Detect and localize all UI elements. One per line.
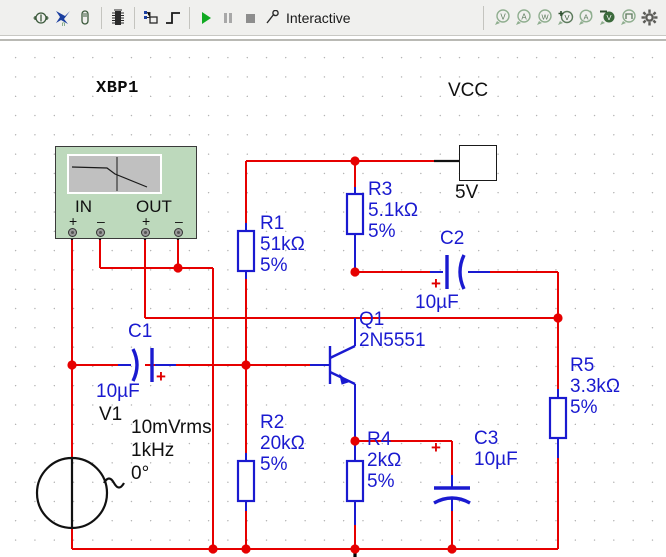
- r1-value-label: 51kΩ: [260, 234, 305, 255]
- digital-signal-icon[interactable]: [162, 6, 184, 30]
- r1-tolerance-label: 5%: [260, 255, 288, 276]
- c2-polarity-label: +: [431, 274, 441, 293]
- c1-ref-label: C1: [128, 321, 153, 342]
- xbp1-in-plus-sign: +: [69, 213, 78, 229]
- q1-value-label: 2N5551: [359, 330, 426, 351]
- ammeter-probe-icon[interactable]: A: [513, 6, 534, 30]
- xbp1-in-minus-sign: –: [97, 213, 105, 229]
- junction-base: [241, 360, 251, 370]
- place-probe-icon[interactable]: [74, 6, 96, 30]
- junction-collector: [350, 267, 360, 277]
- c2-ref-label: C2: [440, 228, 465, 249]
- run-simulation-button[interactable]: [195, 6, 217, 30]
- ac-current-probe-icon[interactable]: A: [576, 6, 597, 30]
- schematic-drawing: [35, 156, 568, 557]
- junction-bottom-xbp: [208, 544, 218, 554]
- svg-text:W: W: [541, 13, 549, 22]
- xbp1-pin-in-plus[interactable]: [68, 228, 77, 237]
- probe-settings-gear-icon[interactable]: [639, 6, 660, 30]
- junction-v1-c1: [67, 360, 77, 370]
- r1-ref-label: R1: [260, 213, 285, 234]
- r5-value-label: 3.3kΩ: [570, 376, 621, 397]
- r4-value-label: 2kΩ: [367, 450, 402, 471]
- resistor-r3-body: [345, 192, 365, 236]
- voltmeter-probe-icon[interactable]: V: [492, 6, 513, 30]
- toolbar-run-group: Interactive: [195, 5, 351, 31]
- wattmeter-probe-icon[interactable]: W: [534, 6, 555, 30]
- svg-text:V: V: [500, 13, 506, 22]
- svg-text:A: A: [521, 13, 527, 22]
- bode-plotter-screen: [67, 154, 162, 194]
- c1-value-label: 10µF: [96, 381, 140, 402]
- resistor-r1-body: [236, 229, 256, 273]
- junction-bottom-c3: [447, 544, 457, 554]
- nimultisim-schematic-window: n Interactive V A W V A V IN OUT + – + –…: [0, 0, 666, 557]
- junction-vcc: [350, 156, 360, 166]
- xbp1-pin-out-plus[interactable]: [141, 228, 150, 237]
- resistor-r2-body: [236, 459, 256, 503]
- r3-tolerance-label: 5%: [368, 221, 396, 242]
- simulation-toolbar: n Interactive V A W V A V: [0, 0, 666, 36]
- xbp1-pin-in-minus[interactable]: [96, 228, 105, 237]
- place-component-icon[interactable]: [30, 6, 52, 30]
- xbp1-ref-label: XBP1: [96, 79, 139, 98]
- r5-ref-label: R5: [570, 355, 595, 376]
- junction-bottom-r2: [241, 544, 251, 554]
- v1-phase-label: 0°: [131, 463, 150, 484]
- digital-probe-icon[interactable]: [618, 6, 639, 30]
- c1-polarity-label: +: [156, 367, 166, 386]
- referenced-voltage-probe-icon[interactable]: V: [597, 6, 618, 30]
- r4-tolerance-label: 5%: [367, 471, 395, 492]
- v1-ref-label: V1: [99, 404, 123, 425]
- bode-curve-graphic: [71, 157, 148, 191]
- r2-tolerance-label: 5%: [260, 454, 288, 475]
- svg-text:V: V: [606, 13, 611, 22]
- svg-text:V: V: [564, 13, 569, 22]
- junction-bottom-ground: [350, 544, 360, 554]
- resistor-r5-body: [548, 396, 568, 440]
- pause-simulation-button[interactable]: [217, 6, 239, 30]
- capacitor-c2-symbol: [445, 254, 466, 290]
- xbp1-pin-out-minus[interactable]: [174, 228, 183, 237]
- svg-text:A: A: [583, 12, 588, 21]
- r3-ref-label: R3: [368, 179, 393, 200]
- r2-value-label: 20kΩ: [260, 433, 305, 454]
- hierarchical-block-icon[interactable]: [140, 6, 162, 30]
- c3-ref-label: C3: [474, 428, 499, 449]
- c2-value-label: 10µF: [415, 292, 459, 313]
- toolbar-separator: [189, 6, 190, 29]
- xbp1-out-plus-sign: +: [142, 213, 151, 229]
- place-junction-icon[interactable]: n: [52, 6, 74, 30]
- simulation-mode-label: Interactive: [286, 9, 351, 26]
- c3-value-label: 10µF: [474, 449, 518, 470]
- schematic-canvas[interactable]: IN OUT + – + – XBP1 VCC 5V R1 51kΩ 5% R3…: [0, 41, 666, 557]
- junction-r5-top: [553, 313, 563, 323]
- place-ic-icon[interactable]: [107, 6, 129, 30]
- vcc-source-symbol[interactable]: [459, 145, 497, 181]
- xbp1-in-label: IN: [75, 197, 92, 216]
- xbp1-out-minus-sign: –: [175, 213, 183, 229]
- vcc-value-label: 5V: [455, 182, 479, 203]
- c3-polarity-label: +: [431, 438, 441, 457]
- toolbar-place-group: n: [30, 5, 195, 31]
- toolbar-probes-group: V A W V A V: [483, 5, 666, 30]
- r4-ref-label: R4: [367, 429, 392, 450]
- bode-plotter-xbp1[interactable]: IN OUT + – + –: [55, 146, 197, 239]
- vcc-ref-label: VCC: [448, 80, 489, 101]
- r2-ref-label: R2: [260, 412, 285, 433]
- svg-text:n: n: [62, 22, 65, 27]
- r5-tolerance-label: 5%: [570, 397, 598, 418]
- stop-simulation-button[interactable]: [239, 6, 261, 30]
- r3-value-label: 5.1kΩ: [368, 200, 419, 221]
- v1-amplitude-label: 10mVrms: [131, 417, 212, 438]
- q1-ref-label: Q1: [359, 309, 385, 330]
- interactive-mode-icon[interactable]: [261, 6, 283, 30]
- toolbar-separator: [134, 6, 135, 29]
- resistor-r4-body: [345, 459, 365, 503]
- toolbar-separator: [101, 6, 102, 29]
- junction-emitter: [350, 436, 360, 446]
- junction-xbp-minus: [173, 263, 183, 273]
- v1-frequency-label: 1kHz: [131, 440, 175, 461]
- add-voltage-probe-icon[interactable]: V: [555, 6, 576, 30]
